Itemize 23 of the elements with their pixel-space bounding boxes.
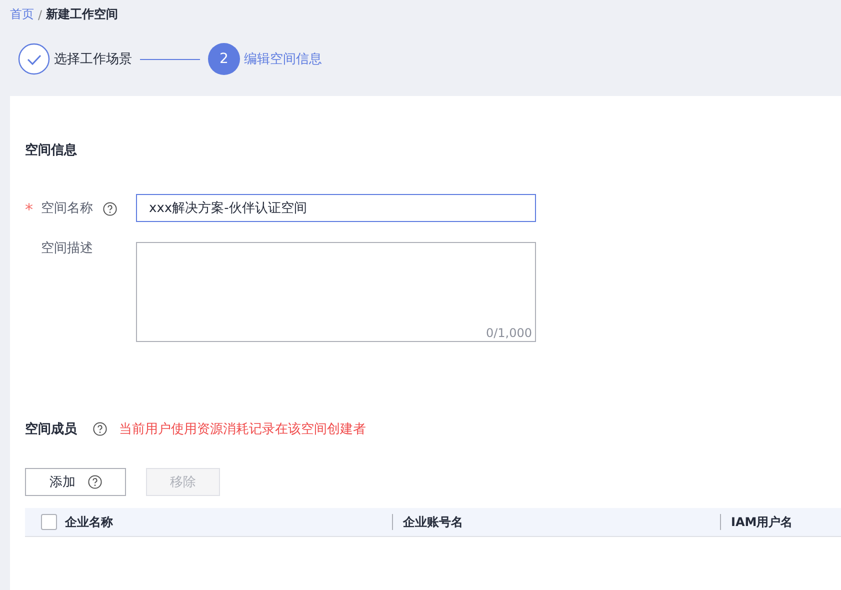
field-label: 空间名称 (41, 200, 93, 217)
breadcrumb-link[interactable]: 首页 (10, 6, 34, 23)
description-field[interactable]: 0/1,000 (136, 242, 536, 342)
help-icon[interactable] (93, 422, 107, 436)
column-header: 企业账号名 (403, 514, 463, 530)
add-button[interactable]: 添加 (25, 468, 126, 496)
breadcrumb-separator: / (38, 8, 42, 22)
section-title: 空间信息 (25, 142, 78, 159)
step-number: 2 (208, 43, 240, 75)
help-icon[interactable] (103, 202, 117, 216)
required-mark: * (25, 200, 34, 216)
select-all-checkbox[interactable] (41, 514, 57, 530)
column-header: IAM用户名 (731, 514, 793, 530)
column-header: 企业名称 (65, 514, 113, 530)
field-label: 空间描述 (41, 240, 93, 257)
warning-note: 当前用户使用资源消耗记录在该空间创建者 (119, 421, 366, 438)
step-label: 选择工作场景 (54, 51, 132, 68)
breadcrumb-current: 新建工作空间 (46, 6, 118, 23)
section-title: 空间成员 (25, 420, 77, 438)
step-label: 编辑空间信息 (244, 51, 322, 68)
help-icon[interactable] (88, 475, 102, 489)
name-input[interactable]: xxx解决方案-伙伴认证空间 (136, 194, 536, 222)
character-counter: 0/1,000 (486, 326, 532, 340)
